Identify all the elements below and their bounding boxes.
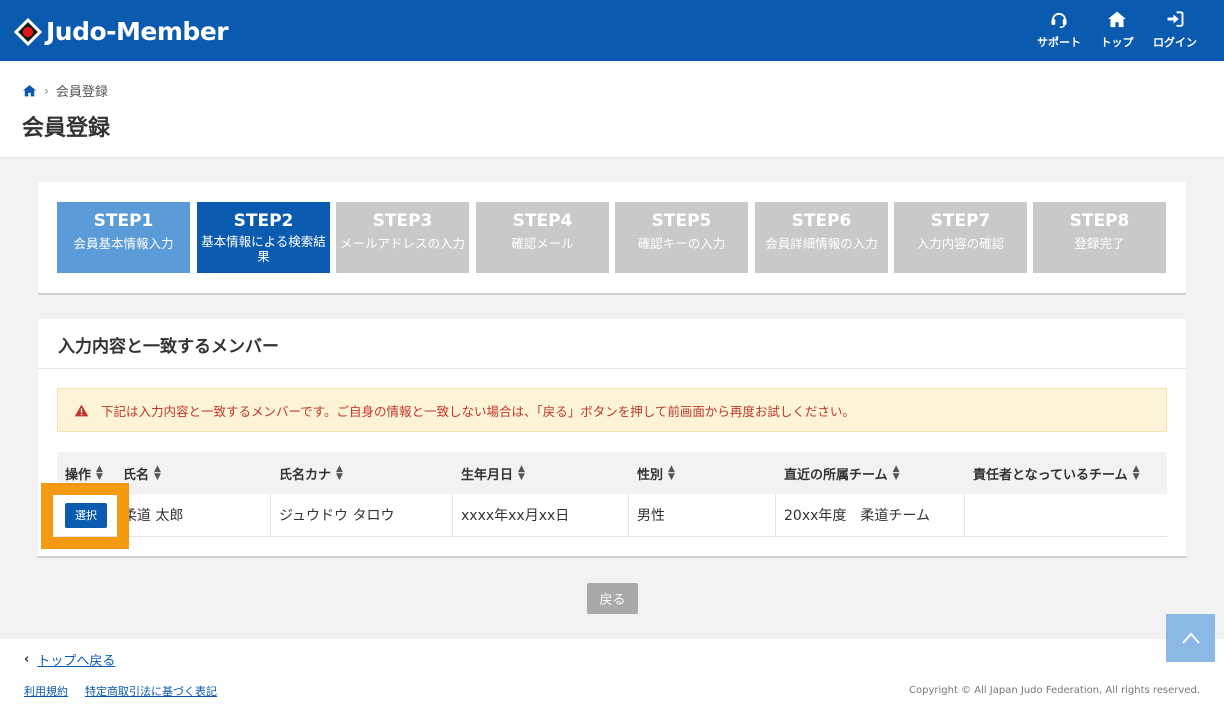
copyright: Copyright © All Japan Judo Federation, A… [909, 685, 1200, 696]
table-header: 操作 ▲ ▼ 氏名 ▲ ▼ 氏名カナ ▲ ▼ 生年月日 ▲ ▼ 性別 ▲ ▼ 直近の所属チーム ▲ ▼ … [57, 452, 1167, 494]
step-6: STEP6 会員詳細情報の入力 [755, 202, 888, 273]
step-1: STEP1 会員基本情報入力 [57, 202, 190, 273]
cell-name: 柔道 太郎 [115, 494, 271, 536]
step-number: STEP5 [651, 211, 712, 231]
nav-support[interactable]: サポート [1030, 10, 1088, 50]
sort-icon: ▲ ▼ [96, 464, 103, 482]
column-header-gender[interactable]: 性別 ▲ ▼ [629, 452, 776, 494]
members-table: 操作 ▲ ▼ 氏名 ▲ ▼ 氏名カナ ▲ ▼ 生年月日 ▲ ▼ 性別 ▲ ▼ 直近の所属チーム ▲ ▼ … [57, 452, 1167, 537]
cell-kana: ジュウドウ タロウ [271, 494, 453, 536]
alert-text: 下記は入力内容と一致するメンバーです。ご自身の情報と一致しない場合は、「戻る」ボ… [101, 403, 855, 419]
step-2: STEP2 基本情報による検索結果 [197, 202, 330, 273]
page-title: 会員登録 [22, 116, 111, 141]
back-button[interactable]: 戻る [587, 583, 638, 614]
footer-links: 利用規約 特定商取引法に基づく表記 [24, 683, 234, 699]
logo-mark-icon [13, 17, 43, 46]
warning-icon [74, 404, 89, 416]
site-footer: ‹ トップへ戻る 利用規約 特定商取引法に基づく表記 Copyright © A… [0, 639, 1224, 710]
nav-top[interactable]: トップ [1088, 10, 1146, 50]
step-number: STEP8 [1069, 211, 1130, 231]
step-label: メールアドレスの入力 [339, 236, 465, 251]
terms-link[interactable]: 利用規約 [24, 683, 68, 699]
step-number: STEP4 [512, 211, 573, 231]
commerce-law-link[interactable]: 特定商取引法に基づく表記 [85, 683, 217, 699]
back-to-top-link[interactable]: ‹ トップへ戻る [24, 650, 115, 669]
results-card: 入力内容と一致するメンバー 下記は入力内容と一致するメンバーです。ご自身の情報と… [38, 319, 1186, 558]
headset-icon [1051, 12, 1067, 28]
sort-icon: ▲ ▼ [1132, 464, 1140, 482]
cell-responsible [965, 494, 1167, 536]
home-icon[interactable] [22, 84, 37, 97]
breadcrumb-current: 会員登録 [55, 85, 108, 100]
chevron-left-icon: ‹ [24, 652, 30, 667]
step-5: STEP5 確認キーの入力 [615, 202, 748, 273]
nav-top-label: トップ [1100, 36, 1134, 49]
nav-support-label: サポート [1037, 36, 1081, 49]
sort-icon: ▲ ▼ [668, 464, 675, 482]
step-8: STEP8 登録完了 [1033, 202, 1166, 273]
divider [38, 368, 1186, 369]
step-label: 登録完了 [1074, 236, 1125, 251]
title-band: › 会員登録 会員登録 [0, 61, 1224, 158]
step-number: STEP7 [930, 211, 991, 231]
column-header-team[interactable]: 直近の所属チーム ▲ ▼ [776, 452, 965, 494]
step-number: STEP2 [233, 211, 294, 231]
step-number: STEP6 [791, 211, 852, 231]
step-label: 確認メール [511, 236, 574, 251]
results-title: 入力内容と一致するメンバー [58, 337, 279, 357]
sort-icon: ▲ ▼ [892, 464, 900, 482]
logo[interactable]: Judo-Member [13, 17, 229, 46]
table-row: 選択 柔道 太郎 ジュウドウ タロウ xxxx年xx月xx日 男性 20xx年度… [57, 494, 1167, 537]
site-header: Judo-Member サポート トップ ログイン [0, 0, 1224, 61]
step-3: STEP3 メールアドレスの入力 [336, 202, 469, 273]
sort-icon: ▲ ▼ [154, 464, 161, 482]
login-icon [1167, 11, 1184, 27]
step-label: 入力内容の確認 [916, 236, 1005, 251]
home-icon [1108, 11, 1126, 28]
step-4: STEP4 確認メール [476, 202, 609, 273]
back-to-top-label: トップへ戻る [37, 654, 116, 669]
step-label: 基本情報による検索結果 [201, 234, 326, 264]
cell-action: 選択 [57, 494, 115, 536]
nav-login-label: ログイン [1153, 36, 1197, 49]
logo-text: Judo-Member [46, 17, 229, 46]
cell-birth: xxxx年xx月xx日 [453, 494, 629, 536]
column-header-kana[interactable]: 氏名カナ ▲ ▼ [271, 452, 453, 494]
breadcrumb: › 会員登録 [22, 81, 108, 100]
column-header-responsible[interactable]: 責任者となっているチーム ▲ ▼ [965, 452, 1167, 494]
cell-team: 20xx年度 柔道チーム [776, 494, 965, 536]
step-7: STEP7 入力内容の確認 [894, 202, 1027, 273]
cell-gender: 男性 [629, 494, 776, 536]
chevron-up-icon [1181, 632, 1200, 644]
sort-icon: ▲ ▼ [518, 464, 525, 482]
header-nav: サポート トップ ログイン [1030, 10, 1204, 50]
step-label: 確認キーの入力 [637, 236, 726, 251]
step-label: 会員詳細情報の入力 [765, 236, 878, 251]
scroll-to-top-button[interactable] [1166, 614, 1215, 662]
column-header-action[interactable]: 操作 ▲ ▼ [57, 452, 115, 494]
nav-login[interactable]: ログイン [1146, 10, 1204, 50]
step-label: 会員基本情報入力 [73, 236, 174, 251]
step-number: STEP3 [372, 211, 433, 231]
sort-icon: ▲ ▼ [336, 464, 343, 482]
column-header-birth[interactable]: 生年月日 ▲ ▼ [453, 452, 629, 494]
select-button[interactable]: 選択 [65, 502, 107, 528]
steps-progress: STEP1 会員基本情報入力 STEP2 基本情報による検索結果 STEP3 メ… [38, 182, 1186, 295]
column-header-name[interactable]: 氏名 ▲ ▼ [115, 452, 271, 494]
step-number: STEP1 [93, 211, 154, 231]
chevron-right-icon: › [44, 83, 49, 98]
warning-alert: 下記は入力内容と一致するメンバーです。ご自身の情報と一致しない場合は、「戻る」ボ… [57, 388, 1167, 432]
